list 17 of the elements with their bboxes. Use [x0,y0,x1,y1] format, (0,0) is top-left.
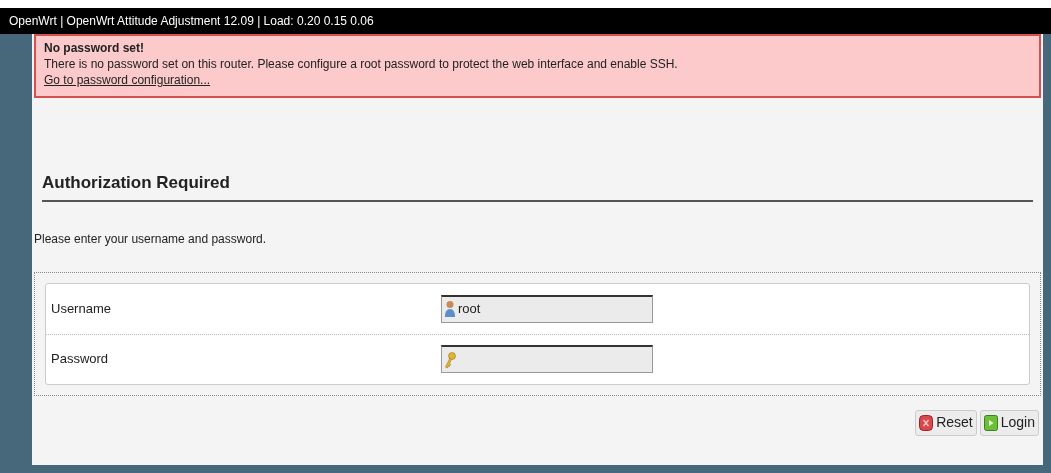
login-icon [983,414,998,431]
field-value: root [458,300,481,319]
alert-title: No password set! [44,40,146,56]
reset-button[interactable]: Reset [915,409,977,436]
field-label: Password [51,350,110,369]
alert-message: There is no password set on this router. Please configure a root password to protect the web interface and enable SSH. [44,56,679,72]
login-button[interactable]: Login [979,409,1039,436]
field-label: Username [51,299,112,318]
page-heading: Authorization Required [42,173,230,192]
password-field[interactable] [441,345,653,373]
user-icon [444,300,456,318]
password-config-link[interactable]: Go to password configuration... [44,72,211,88]
reset-icon [919,414,934,431]
key-icon [444,350,456,369]
intro-text: Please enter your username and password. [34,230,268,248]
header-title: OpenWrt | OpenWrt Attitude Adjustment 12.09 | Load: 0.20 0.15 0.06 [9,13,374,30]
username-field[interactable]: root [441,294,653,323]
